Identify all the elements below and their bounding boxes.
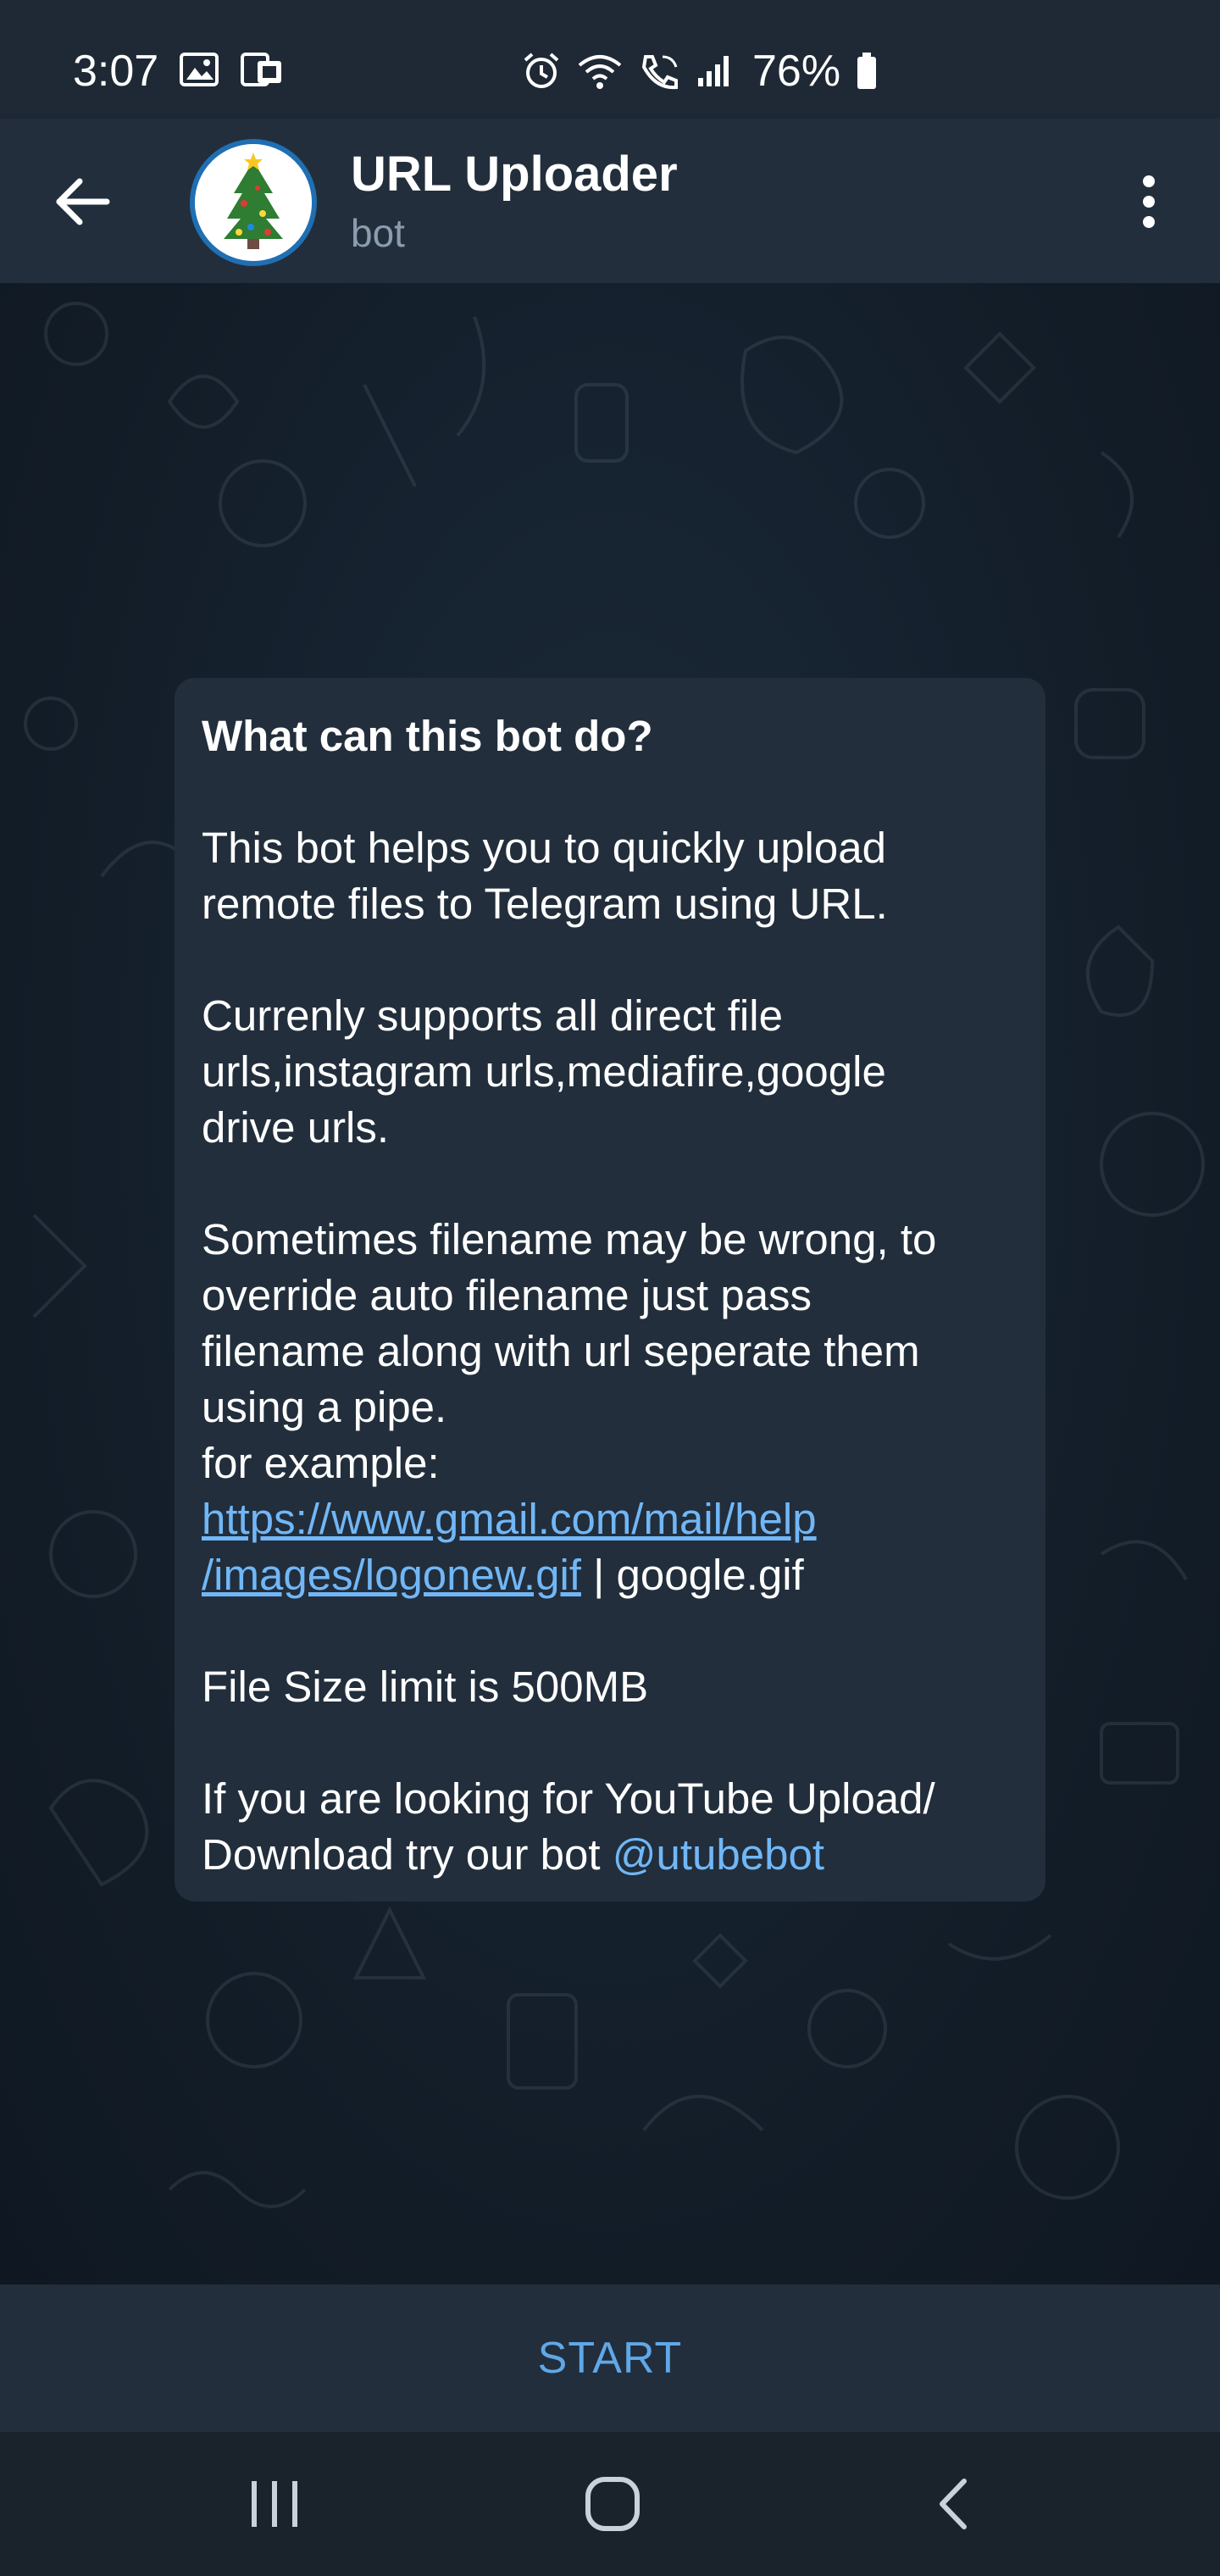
example-link-continued[interactable]: /images/logonew.gif bbox=[202, 1551, 581, 1599]
wifi-call-icon bbox=[578, 55, 622, 89]
paragraph-5-line-2: Download try our bot bbox=[202, 1830, 613, 1879]
status-bar: 3:07 76% bbox=[0, 0, 1220, 119]
start-button-label: START bbox=[537, 2334, 683, 2383]
description-paragraph-4: File Size limit is 500MB bbox=[202, 1663, 649, 1711]
back-icon[interactable] bbox=[932, 2474, 974, 2534]
status-time: 3:07 bbox=[73, 47, 159, 96]
home-icon[interactable] bbox=[583, 2474, 642, 2534]
start-button[interactable]: START bbox=[0, 2285, 1220, 2432]
example-link[interactable]: https://www.gmail.com/mail/help bbox=[202, 1495, 817, 1543]
christmas-tree-icon bbox=[195, 144, 312, 261]
battery-percent: 76% bbox=[752, 47, 841, 96]
back-arrow-icon[interactable] bbox=[51, 168, 119, 236]
description-paragraph-2: Currenly supports all direct file urls,i… bbox=[202, 991, 886, 1152]
chat-background: What can this bot do? This bot helps you… bbox=[0, 283, 1220, 2285]
bot-description-card: What can this bot do? This bot helps you… bbox=[175, 678, 1045, 1901]
chat-header: URL Uploader bot bbox=[0, 119, 1220, 283]
phone-wifi-icon bbox=[641, 55, 678, 90]
description-paragraph-5: If you are looking for YouTube Upload/ D… bbox=[202, 1771, 1018, 1883]
card-title: What can this bot do? bbox=[202, 712, 653, 760]
system-nav-bar bbox=[0, 2432, 1220, 2576]
device-sync-icon bbox=[241, 53, 281, 86]
alarm-icon bbox=[524, 53, 559, 88]
bot-avatar[interactable] bbox=[190, 139, 317, 266]
signal-icon bbox=[698, 56, 729, 86]
image-icon bbox=[180, 53, 219, 86]
example-suffix: | google.gif bbox=[580, 1551, 804, 1599]
utubebot-mention[interactable]: @utubebot bbox=[613, 1830, 824, 1879]
recents-icon[interactable] bbox=[246, 2476, 305, 2532]
chat-subtitle: bot bbox=[351, 211, 405, 255]
description-paragraph-3: Sometimes filename may be wrong, to over… bbox=[202, 1215, 937, 1487]
battery-icon bbox=[857, 53, 877, 89]
more-vertical-icon[interactable] bbox=[1132, 168, 1166, 236]
example-line: https://www.gmail.com/mail/help /images/… bbox=[202, 1491, 1018, 1603]
paragraph-5-line-1: If you are looking for YouTube Upload/ bbox=[202, 1774, 935, 1823]
description-paragraph-1: This bot helps you to quickly upload rem… bbox=[202, 824, 888, 928]
chat-title[interactable]: URL Uploader bbox=[351, 146, 678, 203]
